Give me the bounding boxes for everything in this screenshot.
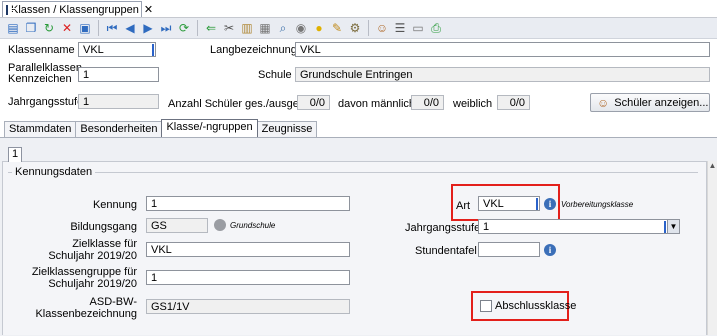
stundentafel-info-icon[interactable]: i [544,244,556,256]
tab-stammdaten[interactable]: Stammdaten [4,121,77,137]
tab-zeugnisse[interactable]: Zeugnisse [256,121,318,137]
jahrgangsstufe-right-label: Jahrgangsstufe [405,222,481,234]
class-list-icon [6,4,15,15]
schueler-anzeigen-label: Schüler anzeigen... [614,96,709,109]
abschlussklasse-checkbox[interactable] [480,300,492,312]
schule-label: Schule [258,69,292,81]
vertical-scrollbar[interactable]: ▲ [707,161,717,335]
art-label: Art [456,200,471,212]
save-icon[interactable]: ▣ [77,20,93,36]
scroll-up-icon[interactable]: ▲ [708,161,717,170]
schueler-anzeigen-button[interactable]: ☺ Schüler anzeigen... [590,93,710,112]
maennlich-label: davon männlich [338,98,416,110]
group-divider [8,172,698,173]
prev-icon[interactable]: ◀ [122,20,138,36]
toolbar: ▤ ❐ ↻ ✕ ▣ ⏮ ◀ ▶ ⏭ ⟳ ⇐ ✂ ▥ ▦ ⌕ ◉ ● ✎ ⚙ ☺ … [0,18,717,39]
list-icon[interactable]: ☰ [392,20,408,36]
text-caret [536,198,538,210]
window-tab[interactable]: Klassen / Klassengruppen ✕ [2,1,153,17]
last-icon[interactable]: ⏭ [158,20,174,36]
paste-icon[interactable]: ▥ [239,20,255,36]
print-icon[interactable]: ⎙ [428,20,444,36]
class-header: Klassenname VKL Langbezeichnung VKL Para… [0,40,717,118]
people-icon[interactable]: ☺ [374,20,390,36]
tab-strip: Stammdaten Besonderheiten Klasse/-ngrupp… [4,119,318,138]
bildungsgang-field: GS [146,218,208,233]
gear-icon[interactable]: ⚙ [347,20,363,36]
brush-icon[interactable]: ✎ [329,20,345,36]
art-info-icon[interactable]: i [544,198,556,210]
kennung-label: Kennung [92,199,137,211]
weiblich-field: 0/0 [497,95,530,110]
art-input[interactable]: VKL [478,196,540,211]
delete-icon[interactable]: ✕ [59,20,75,36]
cut-icon[interactable]: ✂ [221,20,237,36]
document-icon[interactable]: ▭ [410,20,426,36]
jahrgangsstufe-label: Jahrgangsstufe [8,96,84,108]
stundentafel-label: Stundentafel [415,245,477,257]
zielklassengruppe-input[interactable]: 1 [146,270,350,285]
langbezeichnung-input[interactable]: VKL [295,42,710,57]
jahrgangsstufe-field: 1 [78,94,159,109]
window-tab-title: Klassen / Klassengruppen [11,3,139,16]
zielklasse-input[interactable]: VKL [146,242,350,257]
anzahl-field: 0/0 [297,95,330,110]
close-tab-icon[interactable]: ✕ [144,3,153,16]
schule-field: Grundschule Entringen [295,67,710,82]
asd-label: ASD-BW- Klassenbezeichnung [35,296,137,320]
reload-icon[interactable]: ⟳ [176,20,192,36]
find-icon[interactable]: ⌕ [275,20,291,36]
bildungsgang-hint: Grundschule [230,221,276,230]
bildungsgang-label: Bildungsgang [70,221,137,233]
eye-icon[interactable]: ◉ [293,20,309,36]
clipboard-icon[interactable]: ▦ [257,20,273,36]
next-icon[interactable]: ▶ [140,20,156,36]
asd-field: GS1/1V [146,299,350,314]
parallel-input[interactable]: 1 [78,67,159,82]
jahrgangsstufe-dropdown-arrow[interactable]: ▼ [668,219,680,234]
toolbar-separator [197,20,198,36]
text-caret [664,221,666,233]
kennungsdaten-legend: Kennungsdaten [12,166,96,178]
new-icon[interactable]: ▤ [5,20,21,36]
first-icon[interactable]: ⏮ [104,20,120,36]
zielklassengruppe-label: Zielklassengruppe für Schuljahr 2019/20 [31,266,137,290]
abschlussklasse-label: Abschlussklasse [495,300,577,312]
art-hint: Vorbereitungsklasse [561,200,634,209]
tab-besonderheiten[interactable]: Besonderheiten [75,121,163,137]
toolbar-separator [98,20,99,36]
text-caret [152,44,154,56]
langbezeichnung-label: Langbezeichnung [210,44,297,56]
jahrgangsstufe-select[interactable]: 1 [478,219,668,234]
copy-icon[interactable]: ❐ [23,20,39,36]
weiblich-label: weiblich [453,98,493,110]
zielklasse-label: Zielklasse für Schuljahr 2019/20 [48,238,137,262]
back-icon[interactable]: ⇐ [203,20,219,36]
maennlich-field: 0/0 [411,95,444,110]
kennung-input[interactable]: 1 [146,196,350,211]
tab-klasse-ngruppen[interactable]: Klasse/-ngruppen [161,119,258,137]
bildungsgang-status-icon [214,219,226,231]
students-icon: ☺ [597,95,610,110]
anzahl-label: Anzahl Schüler ges./ausgetr. [168,98,309,110]
parallel-label: Parallelklassen Kennzeichen [8,62,82,85]
klassenname-label: Klassenname [8,44,75,56]
toolbar-separator [368,20,369,36]
bulb-icon[interactable]: ● [311,20,327,36]
stundentafel-input[interactable] [478,242,540,257]
klassenname-input[interactable]: VKL [78,42,156,57]
subtab-1[interactable]: 1 [8,147,22,162]
refresh-icon[interactable]: ↻ [41,20,57,36]
